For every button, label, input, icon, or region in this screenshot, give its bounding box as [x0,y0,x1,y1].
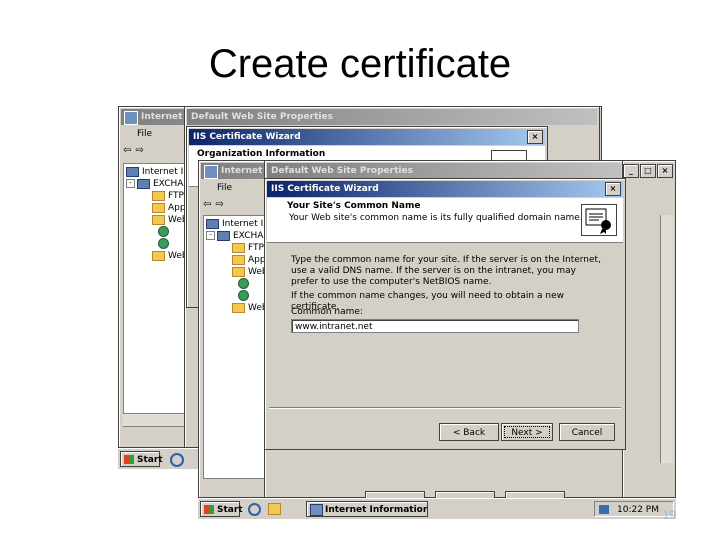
close-icon[interactable]: × [657,164,673,178]
mmc-icon [310,504,323,516]
wizard-separator [269,407,621,409]
collapse-icon[interactable]: - [206,231,215,240]
server-icon [137,178,150,189]
globe-icon [158,238,169,249]
windows-logo-icon [204,505,214,514]
menu-file[interactable]: File [137,129,152,139]
tree-item[interactable]: Web [232,266,268,278]
folder-icon [152,250,165,261]
close-icon[interactable]: × [605,182,621,196]
wizard-back-button[interactable]: < Back [439,423,499,441]
wizard-titlebar: IIS Certificate Wizard × [267,181,623,197]
wizard-next-button[interactable]: Next > [501,423,553,441]
tree-item[interactable]: Web [152,250,188,262]
certificate-logo-icon [581,204,617,236]
back-menubar: File [123,127,152,141]
front-properties-titlebar: Default Web Site Properties [267,163,621,179]
back-arrow-icon[interactable]: ⇦ [203,197,211,213]
back-tree-pane: Internet Inform - EXCHAN FTP Appl Web Web [123,163,210,427]
folder-icon [152,190,165,201]
wizard-subheading: Your Web site's common name is its fully… [289,213,583,223]
front-tree-pane: Internet Infor - EXCHAN FTP Appl Web Web [203,215,281,479]
tree-item[interactable]: FTP [152,190,184,202]
ie-quicklaunch-icon[interactable] [170,453,184,467]
tray-icon [599,505,609,514]
computer-icon [206,218,219,229]
front-taskbar: Start Internet Information ... 10:22 PM [198,498,676,519]
tree-item[interactable]: Web [232,302,268,314]
back-wizard-title: IIS Certificate Wizard [193,132,301,142]
back-toolbar: ⇦ ⇨ [123,143,144,159]
folder-icon [152,214,165,225]
computer-icon [126,166,139,177]
wizard-cancel-button[interactable]: Cancel [559,423,615,441]
wizard-header: Your Site's Common Name Your Web site's … [267,198,623,243]
folder-icon [232,266,245,277]
front-properties-title: Default Web Site Properties [271,166,413,176]
start-button[interactable]: Start [200,501,243,517]
mmc-icon [204,165,218,179]
explorer-quicklaunch-icon[interactable] [268,503,281,515]
ie-quicklaunch-icon[interactable] [248,503,261,516]
folder-icon [232,302,245,313]
folder-icon [232,254,245,265]
tree-item[interactable] [238,278,252,290]
back-properties-title: Default Web Site Properties [191,112,333,122]
tree-item[interactable] [158,226,172,238]
wizard-instructions: Type the common name for your site. If t… [291,255,601,287]
folder-icon [152,202,165,213]
tree-item[interactable] [158,238,172,250]
minimize-icon[interactable]: _ [623,164,639,178]
tree-item[interactable]: Appl [152,202,188,214]
tree-item[interactable]: Web [152,214,188,226]
back-wizard-heading: Organization Information [197,149,326,159]
globe-icon [158,226,169,237]
back-horizontal-scrollbar[interactable] [123,413,187,426]
slide-title: Create certificate [208,42,512,86]
folder-icon [232,242,245,253]
front-screenshot: Internet Infor File ⇦ ⇨ Internet Infor -… [198,160,676,519]
front-toolbar: ⇦ ⇨ [203,197,224,213]
taskbar-item-iis[interactable]: Internet Information ... [306,501,428,517]
forward-arrow-icon[interactable]: ⇨ [135,143,143,159]
tree-item[interactable]: FTP [232,242,264,254]
tree-item[interactable]: Appl [232,254,268,266]
front-vertical-scrollbar[interactable] [660,215,673,463]
windows-logo-icon [124,455,134,464]
collapse-icon[interactable]: - [126,179,135,188]
common-name-label: Common name: [291,307,363,317]
mmc-icon [124,111,138,125]
back-properties-titlebar: Default Web Site Properties [187,109,597,125]
tree-item[interactable]: - EXCHAN [126,178,190,190]
front-mmc-right-strip: _ □ × [622,160,676,498]
back-wizard-titlebar: IIS Certificate Wizard × [189,129,545,145]
tree-item[interactable]: - EXCHAN [206,230,270,242]
server-icon [217,230,230,241]
front-menubar: File [203,181,232,195]
certificate-wizard-dialog: IIS Certificate Wizard × Your Site's Com… [264,178,626,450]
globe-icon [238,278,249,289]
back-start-button[interactable]: Start [120,451,163,467]
forward-arrow-icon[interactable]: ⇨ [215,197,223,213]
menu-file[interactable]: File [217,183,232,193]
wizard-heading: Your Site's Common Name [287,201,421,211]
tree-item[interactable] [238,290,252,302]
common-name-input[interactable]: www.intranet.net [291,319,579,333]
slide-number: 19 [662,508,676,522]
globe-icon [238,290,249,301]
maximize-icon[interactable]: □ [640,164,656,178]
close-icon[interactable]: × [527,130,543,144]
wizard-title: IIS Certificate Wizard [271,184,379,194]
back-arrow-icon[interactable]: ⇦ [123,143,131,159]
